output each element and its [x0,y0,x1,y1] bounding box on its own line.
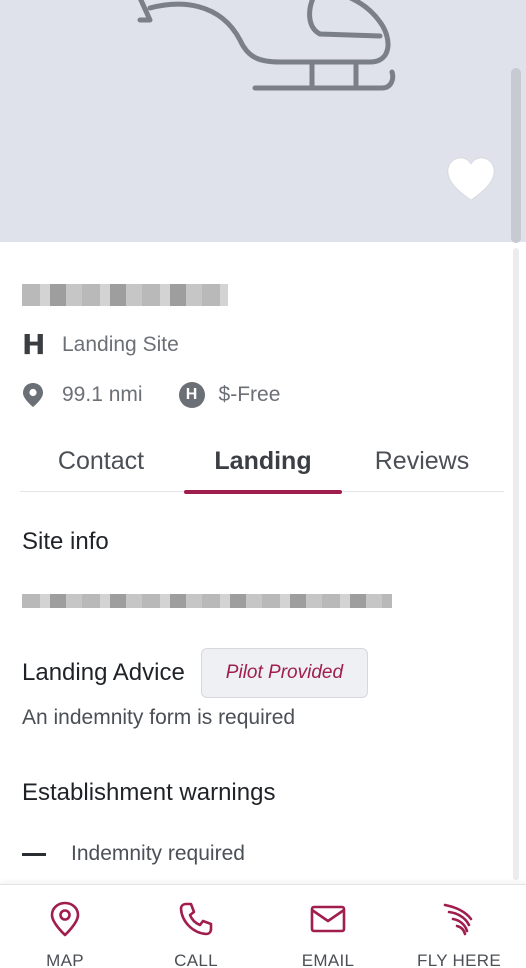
fee-text: $-Free [218,383,281,406]
active-tab-indicator [184,490,342,494]
tab-reviews[interactable]: Reviews [342,430,502,492]
nav-call[interactable]: CALL [146,885,246,968]
nav-email-label: EMAIL [301,951,355,968]
bottom-nav: MAP CALL EMAIL FLY HERE [0,884,526,968]
site-info-heading: Site info [22,528,109,555]
nav-fly-here[interactable]: FLY HERE [409,885,509,968]
wing-icon [443,903,473,936]
heart-icon[interactable] [444,154,498,208]
helicopter-icon [137,0,396,91]
hero-image [0,0,526,242]
nav-map[interactable]: MAP [15,885,115,968]
pilot-provided-badge: Pilot Provided [200,648,369,698]
landing-advice-row: Landing Advice Pilot Provided [22,648,369,698]
phone-icon [179,902,213,936]
tab-landing[interactable]: Landing [184,430,342,494]
scrollbar-thumb[interactable] [511,68,521,243]
helipad-icon: H [178,382,205,408]
landing-advice-text: An indemnity form is required [22,706,296,729]
warning-item: Indemnity required [22,840,245,868]
scrollbar[interactable] [510,68,522,882]
distance-text: 99.1 nmi [62,383,143,406]
mail-icon [310,905,346,933]
redacted-site-name [22,284,228,306]
warning-text: Indemnity required [71,842,245,865]
site-meta-row: 99.1 nmi H $-Free [22,380,280,410]
map-pin-icon [50,901,80,937]
tab-contact[interactable]: Contact [20,430,182,492]
h-icon: H [22,328,46,361]
tab-reviews-label: Reviews [374,446,470,475]
location-pin-icon [23,383,43,407]
scrollbar-track[interactable] [513,248,519,880]
nav-map-label: MAP [46,951,84,968]
nav-call-label: CALL [174,951,218,968]
site-name [22,276,228,308]
tab-contact-label: Contact [57,446,145,475]
nav-email[interactable]: EMAIL [278,885,378,968]
site-type-row: H Landing Site [22,331,179,359]
nav-fly-here-label: FLY HERE [417,951,501,968]
dash-icon [22,852,46,856]
site-type-label: Landing Site [62,333,179,356]
redacted-site-info [22,594,392,608]
tab-landing-label: Landing [214,446,312,475]
tab-bar: Contact Landing Reviews [20,430,504,494]
warnings-heading: Establishment warnings [22,779,276,806]
landing-advice-heading: Landing Advice [22,659,185,686]
